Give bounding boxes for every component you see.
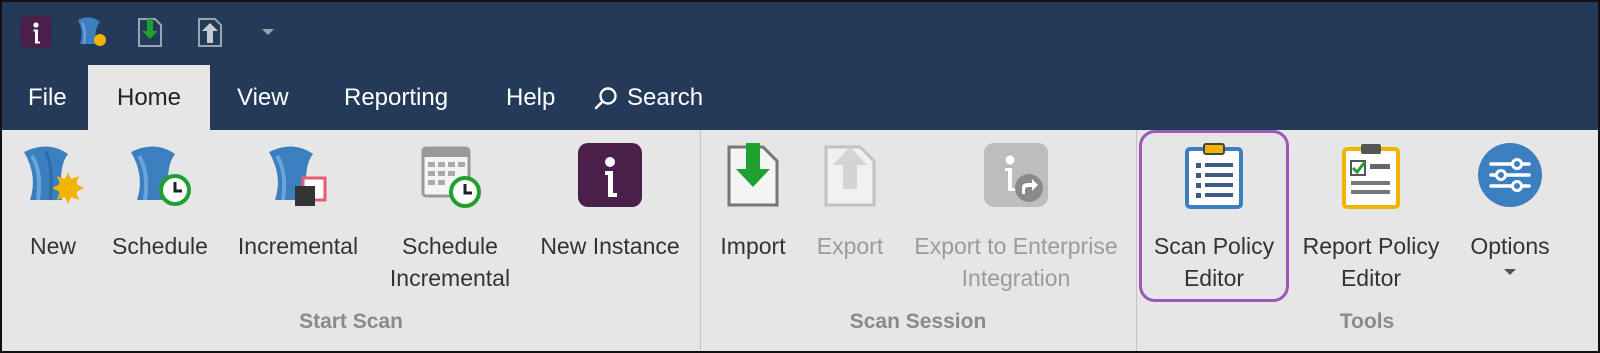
tab-reporting-label: Reporting — [344, 83, 449, 111]
new-scan-button[interactable]: New — [16, 130, 90, 320]
schedule-label: Schedule — [112, 233, 208, 259]
export-icon[interactable] — [192, 14, 228, 50]
scan-policy-editor-button[interactable]: Scan Policy Editor — [1142, 130, 1286, 320]
sliders-icon — [1475, 140, 1545, 210]
options-label: Options — [1470, 233, 1550, 259]
options-button[interactable]: Options — [1460, 130, 1560, 320]
import-icon — [718, 140, 788, 210]
scan-policy-editor-label: Scan Policy Editor — [1153, 233, 1275, 291]
title-bar — [2, 2, 1598, 65]
customize-dropdown-icon[interactable] — [250, 14, 286, 50]
export-enterprise-label: Export to Enterprise Integration — [914, 233, 1118, 291]
report-policy-editor-button[interactable]: Report Policy Editor — [1296, 130, 1446, 320]
clipboard-list-icon — [1179, 140, 1249, 210]
menu-bar: File Home View Reporting Help Search — [2, 65, 1598, 131]
incremental-label: Incremental — [237, 233, 359, 259]
tab-home-label: Home — [116, 84, 182, 111]
tab-view-label: View — [237, 83, 289, 111]
incremental-button[interactable]: Incremental — [230, 130, 366, 320]
enterprise-integration-icon — [981, 140, 1051, 210]
schedule-incremental-label: Schedule Incremental — [389, 233, 511, 291]
search-label: Search — [627, 83, 704, 111]
new-scan-icon[interactable] — [74, 14, 110, 50]
schedule-incremental-button[interactable]: Schedule Incremental — [382, 130, 518, 320]
schedule-button[interactable]: Schedule — [108, 130, 212, 320]
tab-home[interactable]: Home — [88, 65, 210, 131]
new-instance-label: New Instance — [540, 233, 680, 259]
import-icon[interactable] — [132, 14, 168, 50]
import-label: Import — [720, 233, 786, 259]
tools-group-label: Tools — [1339, 310, 1395, 333]
app-window: File Home View Reporting Help Search New… — [0, 0, 1600, 353]
start-scan-group-label: Start Scan — [299, 310, 403, 333]
app-logo-icon[interactable] — [18, 14, 54, 50]
new-label: New — [29, 233, 76, 259]
scan-session-group-label: Scan Session — [849, 310, 987, 333]
shark-fin-incremental-icon — [263, 140, 333, 210]
export-enterprise-button[interactable]: Export to Enterprise Integration — [906, 130, 1126, 320]
tab-reporting[interactable]: Reporting — [344, 65, 448, 130]
shark-fin-clock-icon — [125, 140, 195, 210]
tab-help[interactable]: Help — [506, 65, 555, 130]
report-checklist-icon — [1336, 140, 1406, 210]
shark-fin-new-icon — [18, 140, 88, 210]
export-button[interactable]: Export — [810, 130, 890, 320]
tab-file[interactable]: File — [28, 65, 67, 130]
new-instance-button[interactable]: New Instance — [534, 130, 686, 320]
report-policy-editor-label: Report Policy Editor — [1302, 233, 1440, 291]
app-instance-icon — [575, 140, 645, 210]
ribbon: New Schedule Incremental Schedule Increm… — [2, 130, 1598, 351]
tab-file-label: File — [28, 83, 67, 111]
search-icon — [593, 85, 619, 111]
tab-help-label: Help — [506, 83, 556, 111]
search-button[interactable]: Search — [593, 65, 703, 130]
import-button[interactable]: Import — [712, 130, 794, 320]
calendar-clock-icon — [415, 140, 485, 210]
export-icon — [815, 140, 885, 210]
export-label: Export — [816, 233, 884, 259]
tab-view[interactable]: View — [237, 65, 289, 130]
chevron-down-icon — [1503, 264, 1517, 282]
